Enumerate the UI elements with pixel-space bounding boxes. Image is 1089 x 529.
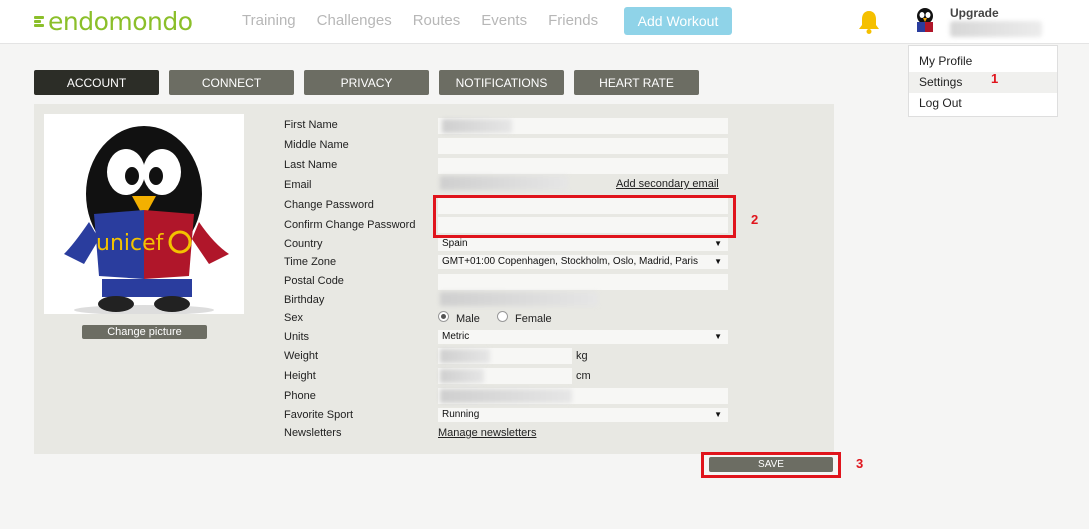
nav-friends[interactable]: Friends bbox=[548, 12, 598, 29]
logo-speed-lines-icon bbox=[34, 14, 46, 28]
label-favorite-sport: Favorite Sport bbox=[284, 409, 354, 421]
menu-log-out[interactable]: Log Out bbox=[909, 93, 1057, 114]
penguin-avatar-image: unicef bbox=[64, 126, 229, 315]
settings-tabs: ACCOUNT CONNECT PRIVACY NOTIFICATIONS HE… bbox=[34, 70, 709, 95]
notification-bell-icon[interactable] bbox=[857, 9, 881, 35]
units-value: Metric bbox=[442, 331, 470, 342]
email-value-blurred bbox=[440, 176, 568, 190]
dropdown-arrow-icon: ▼ bbox=[714, 332, 722, 341]
svg-text:unicef: unicef bbox=[96, 231, 165, 256]
weight-value-blurred bbox=[440, 349, 490, 363]
label-weight: Weight bbox=[284, 350, 319, 362]
tab-privacy[interactable]: PRIVACY bbox=[304, 70, 429, 95]
annotation-marker-3: 3 bbox=[856, 456, 864, 471]
birthday-value-blurred bbox=[440, 292, 598, 306]
label-height: Height bbox=[284, 370, 316, 382]
sex-male-radio[interactable] bbox=[438, 311, 449, 322]
logo-text: endomondo bbox=[48, 6, 193, 36]
nav-events[interactable]: Events bbox=[481, 12, 527, 29]
label-sex: Sex bbox=[284, 312, 303, 324]
username-blurred bbox=[950, 21, 1042, 37]
add-secondary-email-link[interactable]: Add secondary email bbox=[616, 178, 719, 190]
user-avatar[interactable] bbox=[910, 5, 940, 35]
manage-newsletters-link[interactable]: Manage newsletters bbox=[438, 427, 536, 439]
units-select[interactable]: Metric ▼ bbox=[438, 330, 728, 344]
height-unit: cm bbox=[576, 370, 591, 382]
nav-training[interactable]: Training bbox=[242, 12, 296, 29]
dropdown-arrow-icon: ▼ bbox=[714, 239, 722, 248]
middle-name-input[interactable] bbox=[438, 138, 728, 154]
postal-code-input[interactable] bbox=[438, 274, 728, 290]
password-highlight-box bbox=[433, 195, 736, 238]
weight-unit: kg bbox=[576, 350, 588, 362]
first-name-value-blurred bbox=[442, 119, 512, 133]
annotation-marker-1: 1 bbox=[991, 71, 999, 86]
label-country: Country bbox=[284, 238, 323, 250]
label-last-name: Last Name bbox=[284, 159, 338, 171]
top-bar: endomondo Training Challenges Routes Eve… bbox=[0, 0, 1089, 44]
time-zone-value: GMT+01:00 Copenhagen, Stockholm, Oslo, M… bbox=[442, 256, 698, 267]
dropdown-arrow-icon: ▼ bbox=[714, 410, 722, 419]
tab-heart-rate[interactable]: HEART RATE bbox=[574, 70, 699, 95]
label-middle-name: Middle Name bbox=[284, 139, 349, 151]
label-birthday: Birthday bbox=[284, 294, 325, 306]
sex-female-label: Female bbox=[515, 313, 552, 325]
phone-value-blurred bbox=[440, 389, 572, 403]
favorite-sport-select[interactable]: Running ▼ bbox=[438, 408, 728, 422]
label-change-password: Change Password bbox=[284, 199, 374, 211]
country-value: Spain bbox=[442, 238, 468, 249]
annotation-marker-2: 2 bbox=[751, 212, 759, 227]
add-workout-button[interactable]: Add Workout bbox=[624, 7, 732, 35]
label-postal-code: Postal Code bbox=[284, 275, 344, 287]
label-first-name: First Name bbox=[284, 119, 338, 131]
time-zone-select[interactable]: GMT+01:00 Copenhagen, Stockholm, Oslo, M… bbox=[438, 255, 728, 269]
dropdown-arrow-icon: ▼ bbox=[712, 255, 722, 269]
change-picture-button[interactable]: Change picture bbox=[82, 325, 207, 339]
main-nav: Training Challenges Routes Events Friend… bbox=[242, 12, 619, 29]
label-units: Units bbox=[284, 331, 310, 343]
endomondo-logo[interactable]: endomondo bbox=[34, 6, 193, 36]
favorite-sport-value: Running bbox=[442, 409, 480, 420]
label-email: Email bbox=[284, 179, 312, 191]
upgrade-link[interactable]: Upgrade bbox=[950, 6, 999, 20]
label-time-zone: Time Zone bbox=[284, 256, 337, 268]
label-newsletters: Newsletters bbox=[284, 427, 342, 439]
country-select[interactable]: Spain ▼ bbox=[438, 237, 728, 251]
save-button[interactable]: SAVE bbox=[709, 457, 833, 472]
menu-settings[interactable]: Settings bbox=[909, 72, 1057, 93]
sex-male-label: Male bbox=[456, 313, 480, 325]
menu-my-profile[interactable]: My Profile bbox=[909, 51, 1057, 72]
user-menu-dropdown: My Profile Settings Log Out bbox=[908, 45, 1058, 117]
label-confirm-password: Confirm Change Password bbox=[284, 219, 416, 231]
tab-notifications[interactable]: NOTIFICATIONS bbox=[439, 70, 564, 95]
last-name-input[interactable] bbox=[438, 158, 728, 174]
tab-account[interactable]: ACCOUNT bbox=[34, 70, 159, 95]
sex-female-radio[interactable] bbox=[497, 311, 508, 322]
height-value-blurred bbox=[440, 369, 484, 383]
tab-connect[interactable]: CONNECT bbox=[169, 70, 294, 95]
nav-routes[interactable]: Routes bbox=[413, 12, 461, 29]
nav-challenges[interactable]: Challenges bbox=[317, 12, 392, 29]
profile-picture: unicef bbox=[44, 114, 244, 315]
label-phone: Phone bbox=[284, 390, 316, 402]
